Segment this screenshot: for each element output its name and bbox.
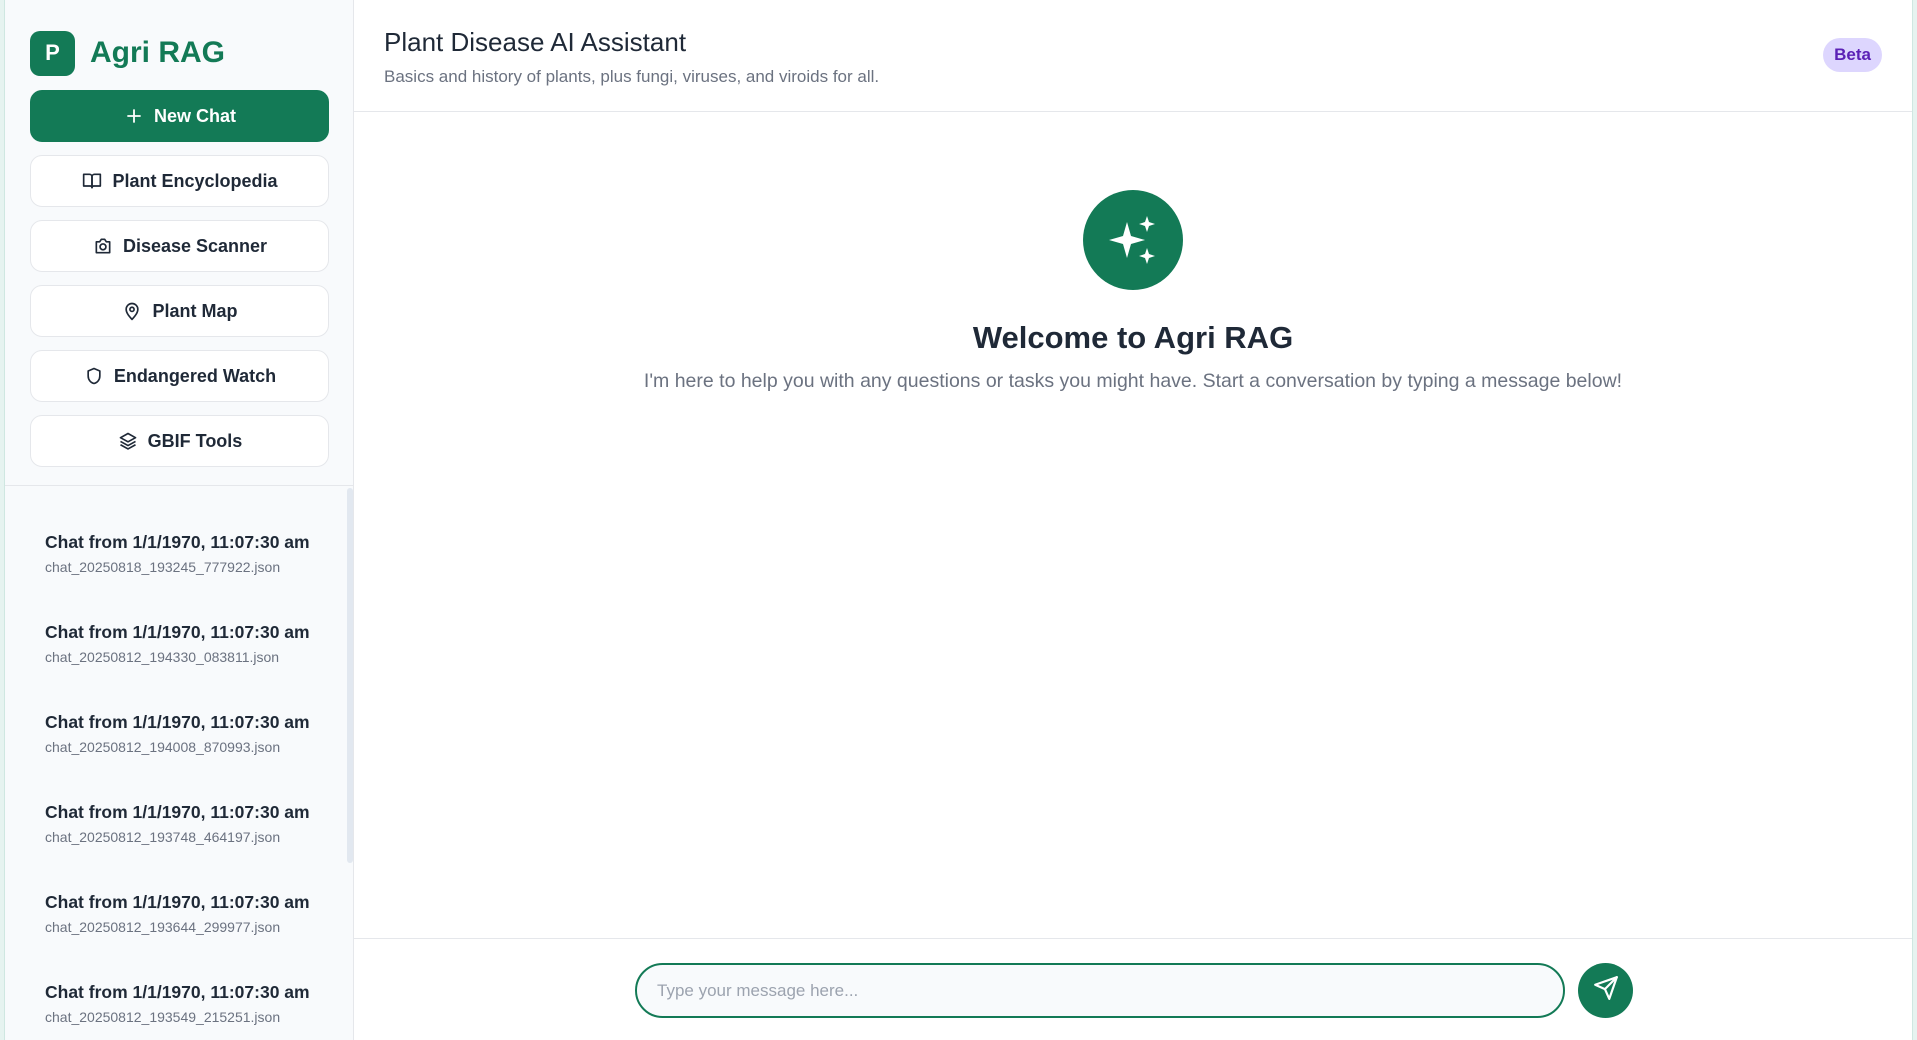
message-composer xyxy=(354,938,1912,1040)
history-scrollbar[interactable] xyxy=(347,488,353,863)
chat-history-item[interactable]: Chat from 1/1/1970, 11:07:30 am chat_202… xyxy=(5,596,353,686)
chat-history-item[interactable]: Chat from 1/1/1970, 11:07:30 am chat_202… xyxy=(5,776,353,866)
layers-icon xyxy=(117,430,139,452)
welcome-section: Welcome to Agri RAG I'm here to help you… xyxy=(354,112,1912,938)
chat-filename: chat_20250812_193549_215251.json xyxy=(45,1009,281,1025)
beta-badge: Beta xyxy=(1823,38,1882,72)
send-icon xyxy=(1593,975,1619,1006)
endangered-watch-button[interactable]: Endangered Watch xyxy=(30,350,329,402)
chat-title: Chat from 1/1/1970, 11:07:30 am xyxy=(45,622,310,642)
app-window: P Agri RAG New Chat Plant Encyclopedia D… xyxy=(4,0,1913,1040)
brand: P Agri RAG xyxy=(30,30,328,76)
chat-filename: chat_20250818_193245_777922.json xyxy=(45,559,281,575)
chat-filename: chat_20250812_193748_464197.json xyxy=(45,829,281,845)
page-header: Plant Disease AI Assistant Basics and hi… xyxy=(354,0,1912,112)
chat-filename: chat_20250812_194008_870993.json xyxy=(45,739,281,755)
main-panel: Plant Disease AI Assistant Basics and hi… xyxy=(354,0,1912,1040)
plant-map-button[interactable]: Plant Map xyxy=(30,285,329,337)
chat-title: Chat from 1/1/1970, 11:07:30 am xyxy=(45,712,310,732)
chat-filename: chat_20250812_194330_083811.json xyxy=(45,649,280,665)
sidebar: P Agri RAG New Chat Plant Encyclopedia D… xyxy=(5,0,354,1040)
welcome-text: I'm here to help you with any questions … xyxy=(643,370,1623,392)
new-chat-button[interactable]: New Chat xyxy=(30,90,329,142)
camera-icon xyxy=(92,235,114,257)
page-title: Plant Disease AI Assistant xyxy=(384,27,687,57)
message-input-wrapper[interactable] xyxy=(635,963,1565,1018)
welcome-title: Welcome to Agri RAG xyxy=(972,320,1294,355)
chat-history-list[interactable]: Chat from 1/1/1970, 11:07:30 am chat_202… xyxy=(5,486,353,1040)
shield-icon xyxy=(83,365,105,387)
plant-encyclopedia-label: Plant Encyclopedia xyxy=(112,170,278,191)
message-input[interactable] xyxy=(657,980,1563,1001)
sparkles-icon xyxy=(1083,190,1183,290)
chat-title: Chat from 1/1/1970, 11:07:30 am xyxy=(45,802,310,822)
send-button[interactable] xyxy=(1578,963,1633,1018)
chat-history-item[interactable]: Chat from 1/1/1970, 11:07:30 am chat_202… xyxy=(5,686,353,776)
disease-scanner-button[interactable]: Disease Scanner xyxy=(30,220,329,272)
new-chat-label: New Chat xyxy=(153,105,236,126)
endangered-watch-label: Endangered Watch xyxy=(113,365,277,386)
chat-filename: chat_20250812_193644_299977.json xyxy=(45,919,281,935)
plant-map-label: Plant Map xyxy=(152,300,238,321)
chat-history-item[interactable]: Chat from 1/1/1970, 11:07:30 am chat_202… xyxy=(5,506,353,596)
disease-scanner-label: Disease Scanner xyxy=(122,235,268,256)
chat-title: Chat from 1/1/1970, 11:07:30 am xyxy=(45,532,310,552)
chat-title: Chat from 1/1/1970, 11:07:30 am xyxy=(45,982,310,1002)
plus-icon xyxy=(123,105,145,127)
chat-history-item[interactable]: Chat from 1/1/1970, 11:07:30 am chat_202… xyxy=(5,956,353,1040)
book-open-icon xyxy=(81,170,103,192)
brand-logo: P xyxy=(30,30,75,76)
gbif-tools-button[interactable]: GBIF Tools xyxy=(30,415,329,467)
chat-title: Chat from 1/1/1970, 11:07:30 am xyxy=(45,892,310,912)
plant-encyclopedia-button[interactable]: Plant Encyclopedia xyxy=(30,155,329,207)
map-pin-icon xyxy=(121,300,143,322)
brand-name: Agri RAG xyxy=(90,36,225,69)
page-subtitle: Basics and history of plants, plus fungi… xyxy=(384,67,880,86)
chat-history-item[interactable]: Chat from 1/1/1970, 11:07:30 am chat_202… xyxy=(5,866,353,956)
gbif-tools-label: GBIF Tools xyxy=(147,430,243,451)
sidebar-top: P Agri RAG New Chat Plant Encyclopedia D… xyxy=(5,0,353,486)
